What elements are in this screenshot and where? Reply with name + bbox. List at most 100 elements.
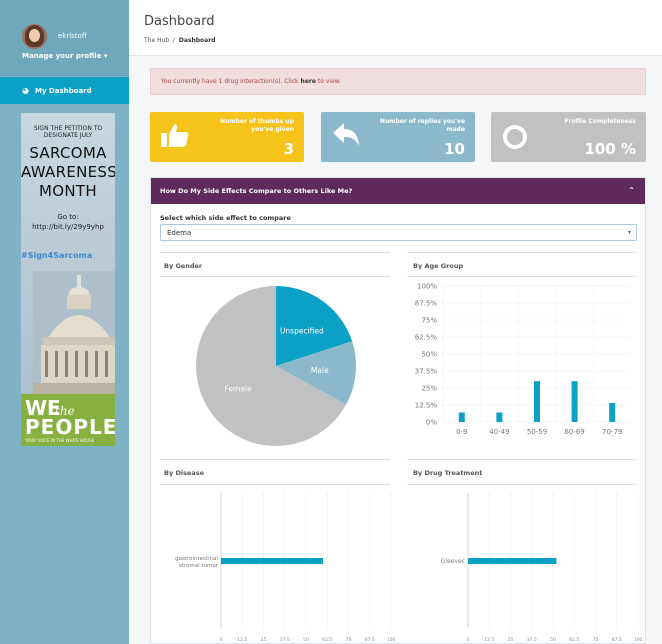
- thumbs-up-count: 3: [283, 140, 294, 158]
- reply-icon: [333, 123, 359, 146]
- by-gender-title: By Gender: [164, 262, 203, 270]
- dashboard-icon: ◕: [22, 86, 29, 95]
- replies-label: Number of replies you've made: [379, 118, 465, 133]
- ad-goto-label: Go to:: [57, 213, 79, 221]
- y-tick-label: 50%: [421, 351, 437, 359]
- side-effect-select-label: Select which side effect to compare: [160, 214, 291, 222]
- we-the-people-logo: WE the PEOPLE YOUR VOICE IN THE WHITE HO…: [21, 394, 115, 446]
- pie-label: Male: [311, 366, 329, 375]
- bar: [221, 558, 323, 564]
- drug-interaction-alert: You currently have 1 drug interaction(s)…: [150, 68, 646, 95]
- replies-count: 10: [444, 140, 465, 158]
- alert-link[interactable]: here: [301, 78, 316, 85]
- y-tick-label: 25%: [421, 385, 437, 393]
- thumbs-up-icon: [161, 124, 189, 147]
- x-tick-label: 62.5: [569, 637, 579, 643]
- profile-block: ekristoff Manage your profile ▾: [0, 0, 129, 76]
- x-tick-label: 87.5: [612, 637, 622, 643]
- x-tick-label: 75: [593, 637, 599, 643]
- breadcrumb-root-link[interactable]: The Hub: [144, 37, 169, 44]
- profile-completeness-tile[interactable]: Profile Completeness 100 %: [491, 112, 646, 162]
- x-tick-label: 87.5: [365, 637, 375, 643]
- panel-title: How Do My Side Effects Compare to Others…: [160, 187, 353, 195]
- divider: [160, 252, 390, 253]
- x-tick-label: 50-59: [527, 428, 547, 436]
- side-effect-select[interactable]: Edema ▾: [160, 224, 637, 241]
- divider: [160, 484, 390, 485]
- sarcoma-awareness-ad[interactable]: SIGN THE PETITION TO DESIGNATE JULY SARCO…: [21, 113, 115, 446]
- age-bar-chart: 0% 12.5% 25% 37.5% 50% 62.5% 75% 87.5% 100% 0-9 40…: [415, 283, 631, 436]
- by-disease-title: By Disease: [164, 469, 205, 477]
- x-tick-label: 50: [303, 637, 309, 643]
- alert-text: You currently have 1 drug interaction(s)…: [161, 78, 299, 85]
- pie-label: Unspecified: [280, 326, 324, 335]
- bar: [468, 558, 557, 564]
- chevron-down-icon: ▾: [627, 229, 631, 236]
- thumbs-up-tile[interactable]: Number of thumbs up you've given 3: [150, 112, 304, 162]
- manage-profile-menu[interactable]: Manage your profile ▾: [22, 52, 107, 60]
- x-tick-label: 60-69: [564, 428, 584, 436]
- divider: [407, 252, 637, 253]
- breadcrumb: The Hub / Dashboard: [144, 37, 215, 44]
- replies-tile[interactable]: Number of replies you've made 10: [321, 112, 475, 162]
- x-tick-label: 50: [550, 637, 556, 643]
- x-tick-label: 12.5: [237, 637, 247, 643]
- chevron-down-icon: ▾: [103, 52, 108, 60]
- username[interactable]: ekristoff: [58, 32, 87, 40]
- ad-url: http://bit.ly/29y9yhp: [32, 223, 104, 231]
- bar: [571, 381, 578, 422]
- breadcrumb-current: Dashboard: [178, 37, 216, 44]
- x-tick-label: 25: [261, 637, 267, 643]
- x-tick-label: 100: [634, 637, 643, 643]
- ad-headline: SARCOMA AWARENESS MONTH: [21, 144, 115, 201]
- page-title: Dashboard: [144, 14, 215, 29]
- x-tick-label: 70-79: [602, 428, 622, 436]
- ad-hashtag: #Sign4Sarcoma: [21, 251, 93, 260]
- breadcrumb-separator: /: [173, 37, 176, 44]
- bar: [458, 412, 465, 422]
- capitol-dome-image: [33, 271, 115, 396]
- divider: [407, 276, 637, 277]
- manage-profile-label: Manage your profile: [22, 52, 102, 60]
- gender-pie-chart: Unspecified Male Female: [196, 286, 356, 446]
- x-tick-label: 100: [387, 637, 396, 643]
- y-tick-label: 0%: [426, 419, 437, 427]
- drug-bar-chart: 0 12.5 25 37.5 50 62.5 75 87.5 100 Gleevec: [441, 493, 643, 643]
- y-tick-label: 87.5%: [415, 300, 438, 308]
- chevron-up-icon[interactable]: ⌃: [628, 186, 635, 195]
- x-tick-label: 25: [508, 637, 514, 643]
- y-tick-label: 100%: [417, 283, 437, 291]
- x-tick-label: 62.5: [322, 637, 332, 643]
- x-tick-label: 0: [467, 637, 470, 643]
- pie-label: Female: [225, 384, 253, 393]
- y-tick-label: 62.5%: [415, 334, 438, 342]
- panel-header[interactable]: How Do My Side Effects Compare to Others…: [151, 178, 645, 204]
- x-tick-label: 40-49: [489, 428, 509, 436]
- y-tick-label: gastrointestinal stromal tumor: [175, 556, 219, 569]
- header: Dashboard The Hub / Dashboard: [129, 0, 662, 56]
- avatar[interactable]: [22, 24, 47, 49]
- alert-text-end: to view.: [317, 78, 342, 85]
- side-effects-panel: How Do My Side Effects Compare to Others…: [150, 177, 646, 644]
- y-tick-label: Gleevec: [441, 558, 465, 565]
- ad-headline-2: AWARENESS: [21, 163, 115, 181]
- bar: [609, 402, 616, 422]
- logo-people: PEOPLE: [25, 415, 115, 439]
- circle-icon: [503, 125, 527, 149]
- sidebar-item-my-dashboard[interactable]: ◕ My Dashboard: [0, 77, 129, 104]
- divider: [160, 459, 390, 460]
- y-tick-label: 75%: [421, 317, 437, 325]
- sidebar: ekristoff Manage your profile ▾ ◕ My Das…: [0, 0, 129, 644]
- y-tick-label: 12.5%: [415, 402, 438, 410]
- thumbs-up-label: Number of thumbs up you've given: [220, 118, 294, 133]
- by-age-title: By Age Group: [413, 262, 464, 270]
- ad-petition-text: SIGN THE PETITION TO DESIGNATE JULY: [21, 125, 115, 139]
- ad-headline-3: MONTH: [39, 182, 97, 200]
- logo-tagline: YOUR VOICE IN THE WHITE HOUSE: [25, 438, 95, 443]
- ad-line2: DESIGNATE JULY: [43, 132, 93, 139]
- divider: [160, 276, 390, 277]
- x-tick-label: 75: [346, 637, 352, 643]
- x-tick-label: 37.5: [280, 637, 290, 643]
- sidebar-item-label: My Dashboard: [34, 86, 92, 95]
- ad-goto: Go to: http://bit.ly/29y9yhp: [21, 212, 115, 232]
